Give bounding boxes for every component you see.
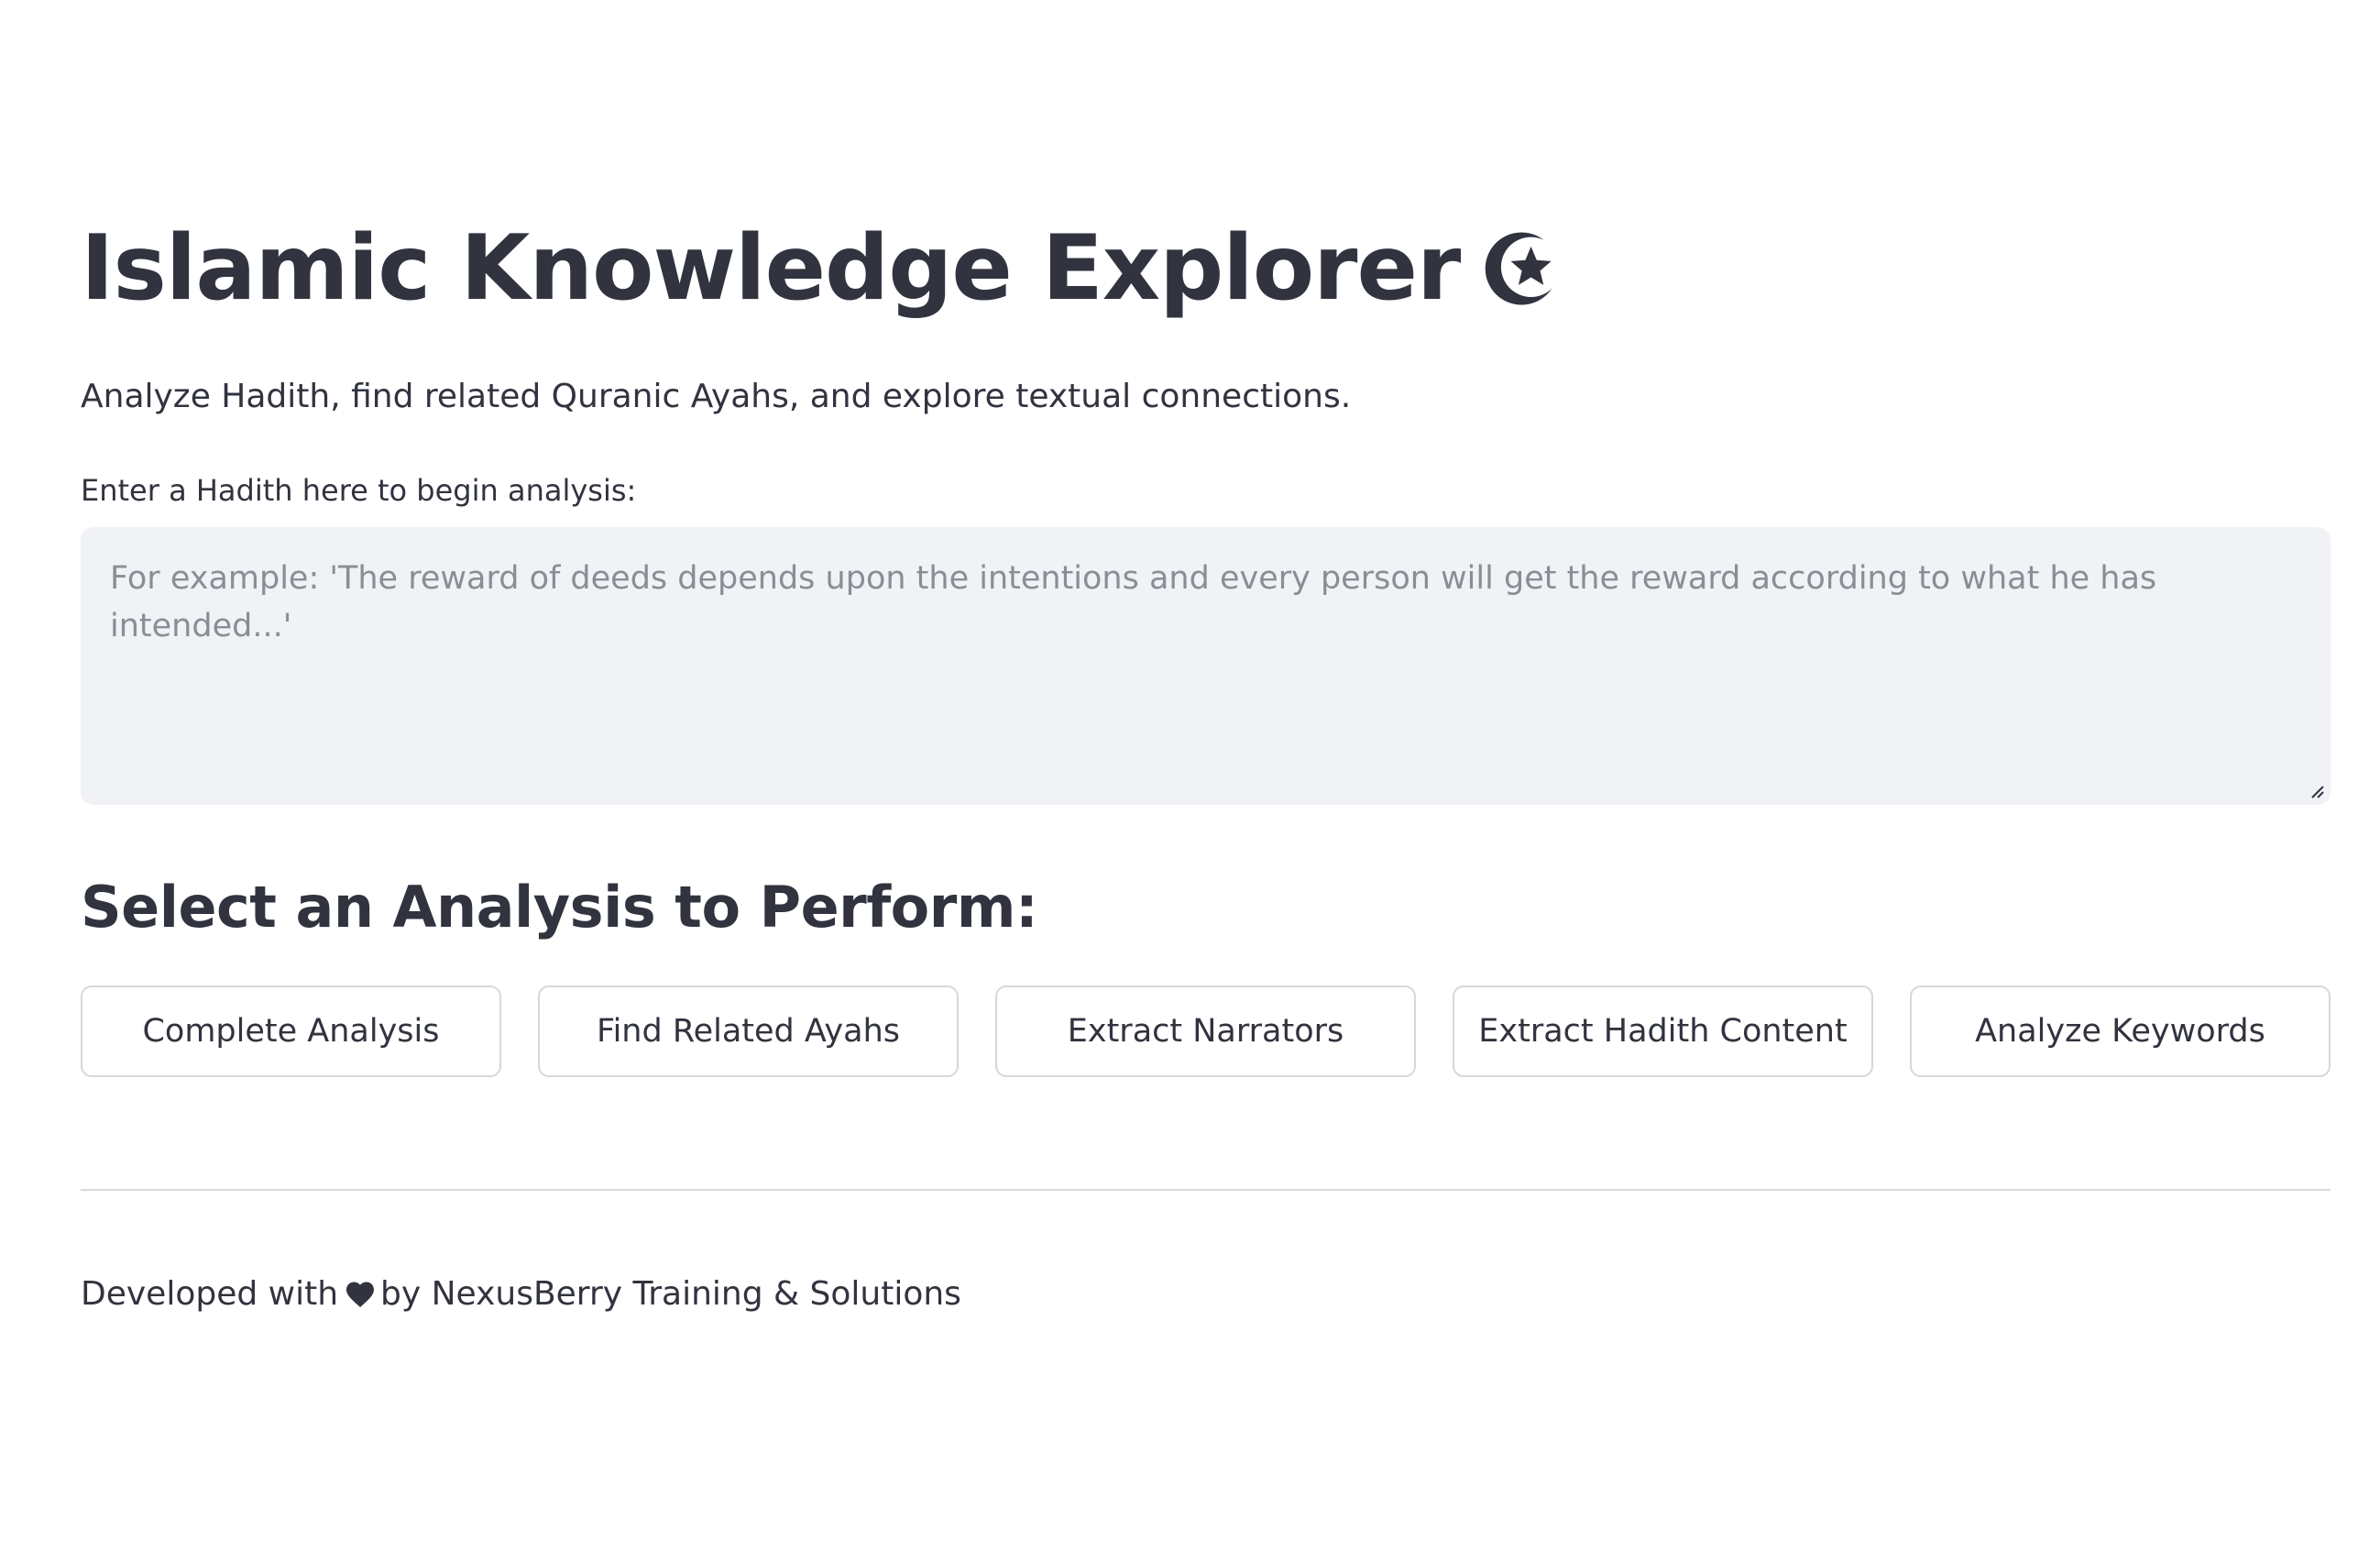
page-title: Islamic Knowledge Explorer xyxy=(81,209,1563,328)
footer-suffix: by NexusBerry Training & Solutions xyxy=(380,1275,961,1313)
extract-narrators-button[interactable]: Extract Narrators xyxy=(995,985,1416,1077)
resize-handle-icon[interactable] xyxy=(2309,783,2325,799)
heart-icon xyxy=(344,1278,377,1311)
analyze-keywords-button[interactable]: Analyze Keywords xyxy=(1910,985,2331,1077)
footer-prefix: Developed with xyxy=(81,1275,339,1313)
complete-analysis-button[interactable]: Complete Analysis xyxy=(81,985,501,1077)
hadith-input-container xyxy=(81,527,2331,805)
analysis-heading: Select an Analysis to Perform: xyxy=(81,874,1038,941)
divider xyxy=(81,1189,2331,1191)
analysis-button-row: Complete Analysis Find Related Ayahs Ext… xyxy=(81,985,2331,1077)
footer: Developed with by NexusBerry Training & … xyxy=(81,1269,961,1320)
find-related-ayahs-button[interactable]: Find Related Ayahs xyxy=(538,985,959,1077)
page-subtitle: Analyze Hadith, find related Quranic Aya… xyxy=(81,378,1352,415)
hadith-input[interactable] xyxy=(81,527,2331,805)
extract-hadith-content-button[interactable]: Extract Hadith Content xyxy=(1453,985,1873,1077)
page-title-text: Islamic Knowledge Explorer xyxy=(81,216,1461,321)
hadith-input-label: Enter a Hadith here to begin analysis: xyxy=(81,473,637,508)
star-and-crescent-icon xyxy=(1484,229,1563,308)
